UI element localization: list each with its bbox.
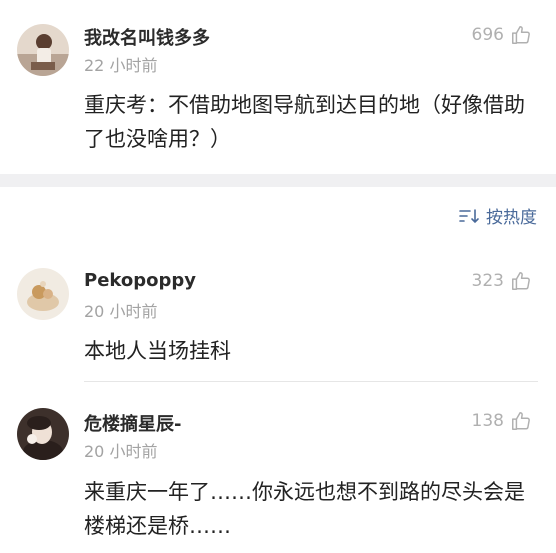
comments-page: 我改名叫钱多多 22 小时前 696 重庆考：不借助地图导航到达目的地（好像借助… bbox=[0, 0, 556, 553]
like-count: 138 bbox=[471, 411, 504, 431]
sort-icon bbox=[459, 208, 479, 223]
avatar[interactable] bbox=[17, 408, 69, 460]
like-button[interactable]: 696 bbox=[472, 23, 532, 47]
thumbs-up-icon bbox=[512, 412, 530, 430]
timestamp: 22 小时前 bbox=[84, 56, 158, 75]
username[interactable]: Pekopoppy bbox=[84, 270, 196, 291]
like-count: 696 bbox=[471, 25, 504, 45]
like-button[interactable]: 323 bbox=[472, 269, 532, 293]
comment-item: 危楼摘星辰- 20 小时前 138 来重庆一年了……你永远也想不到路的尽头会是楼… bbox=[0, 400, 556, 553]
timestamp: 20 小时前 bbox=[84, 302, 158, 321]
like-button[interactable]: 138 bbox=[472, 409, 532, 433]
sort-toggle[interactable]: 按热度 bbox=[458, 203, 537, 228]
section-divider bbox=[0, 174, 556, 187]
comment-text: 来重庆一年了……你永远也想不到路的尽头会是楼梯还是桥…… bbox=[84, 480, 525, 538]
username[interactable]: 危楼摘星辰- bbox=[84, 410, 181, 436]
thumbs-up-icon bbox=[512, 272, 530, 290]
comment-text: 重庆考：不借助地图导航到达目的地（好像借助了也没啥用？） bbox=[84, 93, 525, 151]
timestamp: 20 小时前 bbox=[84, 442, 158, 461]
comment-item: Pekopoppy 20 小时前 323 本地人当场挂科 bbox=[0, 260, 556, 382]
comment-item: 我改名叫钱多多 22 小时前 696 重庆考：不借助地图导航到达目的地（好像借助… bbox=[0, 0, 556, 174]
comment-divider bbox=[84, 381, 538, 382]
avatar[interactable] bbox=[17, 24, 69, 76]
comment-text: 本地人当场挂科 bbox=[84, 339, 231, 363]
sort-label: 按热度 bbox=[486, 208, 537, 228]
like-count: 323 bbox=[471, 271, 504, 291]
username[interactable]: 我改名叫钱多多 bbox=[84, 24, 210, 50]
thumbs-up-icon bbox=[512, 26, 530, 44]
avatar[interactable] bbox=[17, 268, 69, 320]
